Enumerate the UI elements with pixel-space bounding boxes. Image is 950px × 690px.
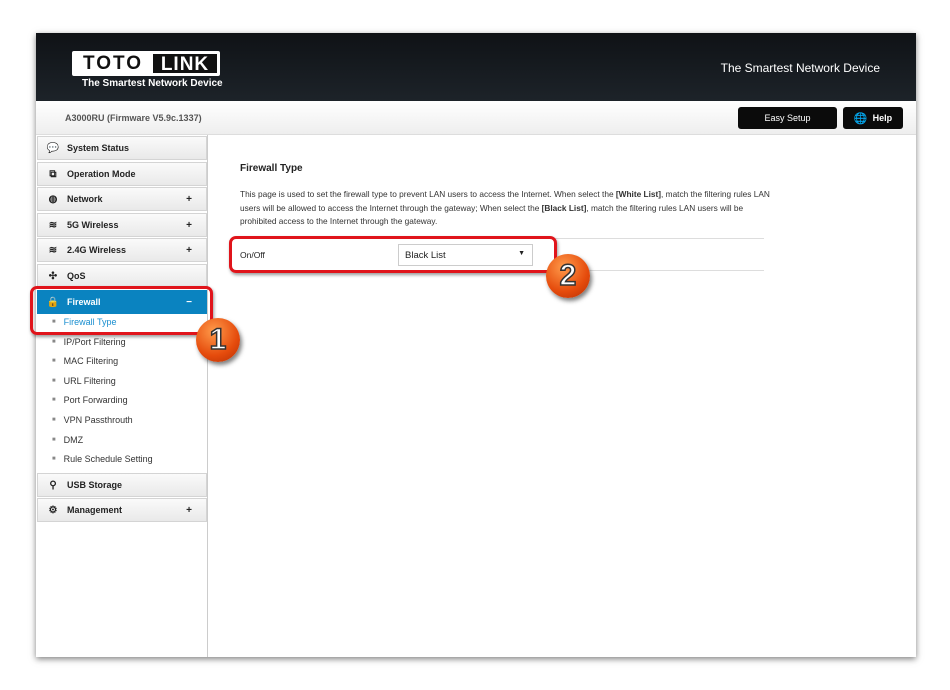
totolink-logo: TOTO LINK [72, 51, 220, 76]
sidebar-item-label: 2.4G Wireless [67, 245, 126, 255]
bullet-icon: ■ [52, 338, 56, 345]
logo-text: TOTO [82, 53, 144, 74]
annotation-box-2 [229, 236, 557, 273]
main-content: Firewall Type This page is used to set t… [240, 163, 770, 271]
windows-icon: ⧉ [49, 168, 57, 180]
expand-icon: + [186, 504, 192, 516]
sidebar-subitem-label: Rule Schedule Setting [63, 454, 153, 465]
sidebar-subitem-label: MAC Filtering [63, 356, 119, 367]
sidebar-subitem-dmz[interactable]: ■ DMZ [52, 435, 83, 445]
bullet-icon: ■ [52, 377, 56, 384]
sidebar-item-label: Network [67, 194, 103, 204]
wifi-icon: ≋ [48, 244, 58, 256]
sidebar-subitem-port-forwarding[interactable]: ■ Port Forwarding [52, 395, 128, 405]
sidebar-item-label: QoS [67, 271, 86, 281]
model-firmware: A3000RU (Firmware V5.9c.1337) [65, 113, 202, 123]
sidebar-item-management[interactable]: ⚙ Management + [37, 498, 207, 522]
annotation-badge-2: 2 [546, 254, 590, 298]
sidebar-item-label: Operation Mode [67, 169, 136, 179]
sidebar-subitem-rule-schedule-setting[interactable]: ■ Rule Schedule Setting [52, 454, 153, 464]
router-admin-window: TOTO LINK The Smartest Network Device The… [36, 33, 916, 657]
annotation-badge-1: 1 [196, 318, 240, 362]
bullet-icon: ■ [52, 456, 56, 463]
desc-text: This page is used to set the firewall ty… [240, 189, 616, 199]
sidebar-subitem-label: IP/Port Filtering [63, 336, 126, 347]
easy-setup-button[interactable]: Easy Setup [738, 107, 837, 129]
help-icon: 🌐 [853, 112, 868, 125]
usb-icon: ⚲ [49, 479, 57, 491]
sidebar-item-operation-mode[interactable]: ⧉ Operation Mode [37, 162, 207, 186]
header: TOTO LINK The Smartest Network Device The… [36, 33, 916, 101]
sidebar-item-label: Management [67, 505, 123, 515]
qos-icon: ✣ [48, 270, 58, 282]
sub-bar: A3000RU (Firmware V5.9c.1337) Easy Setup… [36, 101, 916, 135]
annotation-box-1 [30, 286, 213, 335]
sidebar-subitem-label: VPN Passthrouth [63, 415, 133, 425]
help-label: Help [872, 113, 893, 123]
sidebar-item-label: System Status [67, 143, 130, 153]
sidebar-subitem-mac-filtering[interactable]: ■ MAC Filtering [52, 356, 118, 366]
sidebar-item-2-4g-wireless[interactable]: ≋ 2.4G Wireless + [37, 238, 207, 262]
expand-icon: + [186, 219, 192, 231]
expand-icon: + [186, 193, 192, 205]
desc-text: [Black List] [541, 202, 587, 213]
sidebar-subitem-label: URL Filtering [63, 375, 116, 386]
sidebar-subitem-vpn-passthrouth[interactable]: ■ VPN Passthrouth [52, 415, 133, 425]
sidebar-item-5g-wireless[interactable]: ≋ 5G Wireless + [37, 213, 207, 237]
sidebar: 💬 System Status ⧉ Operation Mode ◍ Network + ≋ 5… [36, 135, 208, 657]
sidebar-subitem-ip-port-filtering[interactable]: ■ IP/Port Filtering [52, 337, 126, 347]
sidebar-item-system-status[interactable]: 💬 System Status [37, 136, 207, 160]
desc-text: [White List] [615, 189, 662, 199]
bullet-icon: ■ [52, 436, 56, 443]
sidebar-item-label: 5G Wireless [67, 220, 119, 230]
bullet-icon: ■ [52, 417, 56, 423]
page-title: Firewall Type [240, 163, 303, 174]
gear-icon: ⚙ [48, 504, 58, 516]
wifi-icon: ≋ [48, 219, 58, 231]
sidebar-item-qos[interactable]: ✣ QoS [37, 264, 207, 288]
page-description: This page is used to set the firewall ty… [240, 188, 770, 229]
sidebar-item-network[interactable]: ◍ Network + [37, 187, 207, 211]
easy-setup-label: Easy Setup [764, 113, 811, 123]
logo-tagline: The Smartest Network Device [82, 78, 223, 89]
bullet-icon: ■ [52, 358, 56, 365]
globe-icon: ◍ [48, 193, 58, 205]
sidebar-item-label: USB Storage [67, 480, 123, 490]
expand-icon: + [186, 244, 192, 256]
sidebar-subitem-label: DMZ [63, 434, 84, 445]
help-button[interactable]: 🌐 Help [843, 107, 903, 129]
header-tagline: The Smartest Network Device [720, 61, 880, 75]
bullet-icon: ■ [52, 397, 56, 404]
logo-text: LINK [153, 54, 217, 75]
sidebar-subitem-url-filtering[interactable]: ■ URL Filtering [52, 376, 116, 386]
chat-icon: 💬 [46, 142, 60, 154]
sidebar-subitem-label: Port Forwarding [63, 395, 128, 406]
sidebar-item-usb-storage[interactable]: ⚲ USB Storage [37, 473, 207, 497]
